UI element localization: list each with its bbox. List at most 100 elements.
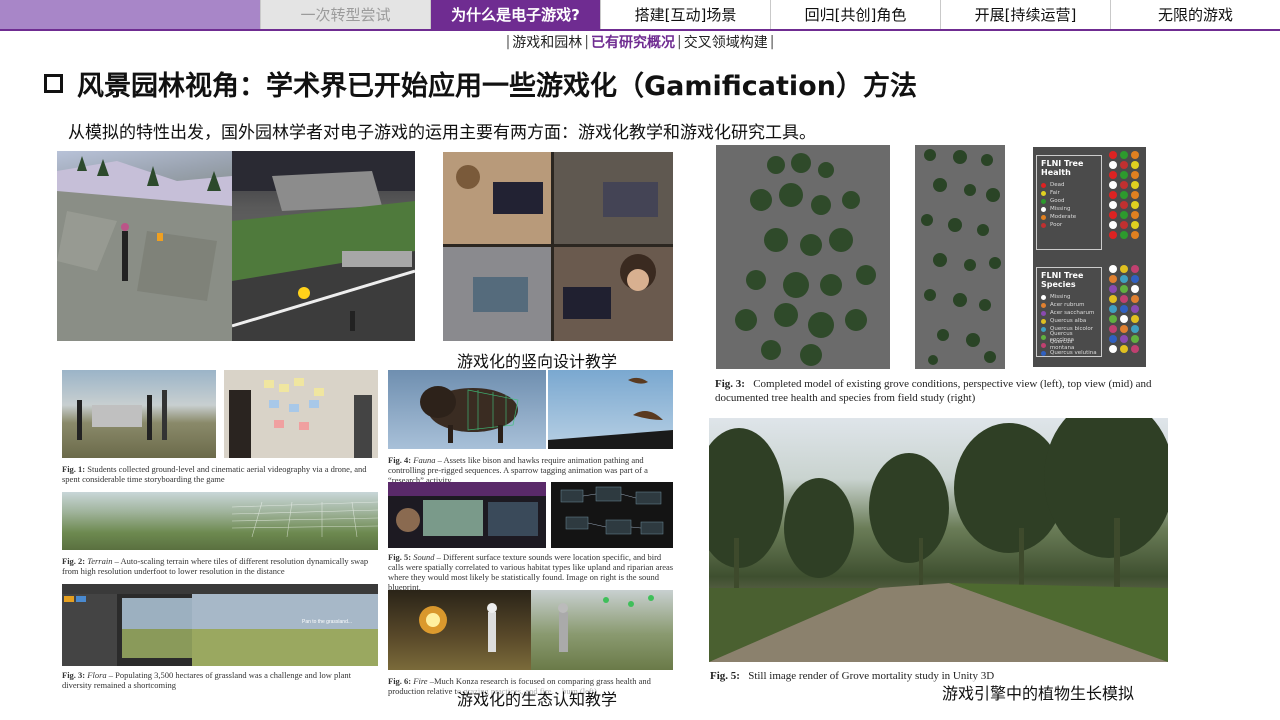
fig3-label: Fig. 3:	[62, 670, 86, 680]
tree-health-dot	[1120, 161, 1128, 169]
fig4-label: Fig. 4:	[388, 455, 412, 465]
legend-dot-icon	[1041, 302, 1046, 308]
grass-health-art	[558, 595, 654, 652]
tab-interactive-scene[interactable]: 搭建[互动]场景	[600, 0, 770, 29]
tree-species-dot	[1120, 315, 1128, 323]
tree-health-dot	[1120, 171, 1128, 179]
tree-species-legend: FLNI Tree Species Missing Acer rubrum Acer…	[1036, 267, 1102, 357]
tree-health-dot	[1120, 231, 1128, 239]
tree-health-dot	[1131, 191, 1139, 199]
health-legend-item: Fair	[1041, 189, 1097, 197]
forest-render	[709, 418, 1168, 662]
tree-health-dot	[1109, 201, 1117, 209]
legend-dot-icon	[1041, 342, 1046, 348]
grove-top-view	[915, 145, 1005, 369]
caption-fig1: Fig. 1: Students collected ground-level …	[62, 464, 380, 484]
fire-scene-art	[419, 603, 497, 652]
storyboard-wall-photo	[224, 370, 378, 458]
tree-health-dot	[1131, 171, 1139, 179]
tree-health-dot	[1131, 151, 1139, 159]
subnav-games-and-gardens[interactable]: 游戏和园林	[512, 32, 582, 52]
caption-engine: 游戏引擎中的植物生长模拟	[942, 680, 1135, 704]
legend-dot-icon	[1041, 318, 1046, 324]
grove-fig-label: Fig. 3:	[715, 378, 745, 390]
species-legend-item: Acer saccharum	[1041, 309, 1097, 317]
legend-dot-icon	[1041, 190, 1046, 196]
subnav-divider: |	[677, 34, 682, 50]
legend-dot-icon	[1041, 326, 1046, 332]
caption-fig5: Fig. 5: Sound – Different surface textur…	[388, 552, 676, 592]
nav-underline	[0, 29, 1280, 31]
tree-species-dot	[1120, 325, 1128, 333]
grove-fig-text: Completed model of existing grove condit…	[715, 378, 1152, 404]
students-photo-grid	[443, 152, 673, 341]
tree-species-dot	[1109, 305, 1117, 313]
tree-species-dot	[1131, 315, 1139, 323]
health-legend-label: Good	[1050, 198, 1065, 204]
fire-scene	[388, 590, 531, 670]
tab-sustained-operation[interactable]: 开展[持续运营]	[940, 0, 1110, 29]
health-legend-item: Poor	[1041, 221, 1097, 229]
legend-dot-icon	[1041, 198, 1046, 204]
tab-why-video-games[interactable]: 为什么是电子游戏?	[430, 0, 600, 29]
caption-grove-model: Fig. 3: Completed model of existing grov…	[715, 377, 1155, 405]
legend-health-title: FLNI Tree Health	[1041, 159, 1084, 177]
fig6-italic: Fire	[413, 676, 428, 686]
subnav-divider: |	[505, 34, 511, 50]
tree-dot-map	[1109, 151, 1139, 353]
species-legend-label: Quercus alba	[1050, 318, 1087, 324]
health-legend-item: Missing	[1041, 205, 1097, 213]
tree-species-dot	[1131, 275, 1139, 283]
tab-transformation[interactable]: 一次转型尝试	[260, 0, 430, 29]
legend-dot-icon	[1041, 350, 1046, 356]
caption-vertical-design: 游戏化的竖向设计教学	[457, 352, 618, 371]
fig4-italic: Fauna	[413, 455, 436, 465]
nav-lead-bar	[0, 0, 260, 29]
tree-species-dot	[1109, 265, 1117, 273]
sub-nav: | 游戏和园林 | 已有研究概况 | 交叉领域构建 |	[0, 32, 1280, 52]
top-nav: 一次转型尝试 为什么是电子游戏? 搭建[互动]场景 回归[共创]角色 开展[持续…	[0, 0, 1280, 29]
species-legend-label: Missing	[1050, 294, 1071, 300]
subnav-cross-domain[interactable]: 交叉领域构建	[684, 32, 768, 52]
tree-health-dot	[1109, 221, 1117, 229]
tree-species-dot	[1109, 275, 1117, 283]
forest-render-art	[709, 418, 1168, 662]
tree-species-dot	[1131, 295, 1139, 303]
tree-species-dot	[1131, 345, 1139, 353]
video-label: Pan to the grassland...	[302, 619, 353, 625]
legend-dot-icon	[1041, 182, 1046, 188]
health-legend-label: Missing	[1050, 206, 1071, 212]
sound-blueprint	[551, 482, 673, 548]
section-heading: 风景园林视角：学术界已开始应用一些游戏化（Gamification）方法	[44, 64, 917, 103]
sound-studio-art	[388, 482, 546, 536]
species-legend-item: Quercus montana	[1041, 339, 1097, 351]
species-legend-label: Acer rubrum	[1050, 302, 1085, 308]
fig3-italic: Flora	[87, 670, 107, 680]
tree-health-dot	[1131, 201, 1139, 209]
tree-species-dot	[1120, 335, 1128, 343]
flora-editor-screenshot: Pan to the grassland...	[62, 584, 378, 666]
tree-species-dot	[1131, 285, 1139, 293]
caption-fig3: Fig. 3: Flora – Populating 3,500 hectare…	[62, 670, 380, 690]
tree-health-dot	[1120, 181, 1128, 189]
health-legend-item: Dead	[1041, 181, 1097, 189]
tab-infinite-game[interactable]: 无限的游戏	[1110, 0, 1280, 29]
fig1-label: Fig. 1:	[62, 464, 86, 474]
drone-field-art	[77, 390, 167, 440]
tree-health-dot	[1109, 231, 1117, 239]
tree-health-dot	[1120, 191, 1128, 199]
tree-species-dot	[1120, 265, 1128, 273]
terrain-photo	[62, 492, 378, 550]
caption-ecology: 游戏化的生态认知教学	[457, 686, 618, 710]
tree-species-dot	[1109, 295, 1117, 303]
tree-health-dot	[1120, 211, 1128, 219]
tree-species-dot	[1120, 295, 1128, 303]
subnav-research-overview[interactable]: 已有研究概况	[591, 32, 675, 52]
grove-perspective-art	[735, 153, 876, 366]
tree-species-dot	[1109, 315, 1117, 323]
tree-health-dot	[1109, 171, 1117, 179]
subnav-divider: |	[769, 34, 775, 50]
health-legend-label: Poor	[1050, 222, 1063, 228]
tab-cocreation-role[interactable]: 回归[共创]角色	[770, 0, 940, 29]
page-title: 风景园林视角：学术界已开始应用一些游戏化（Gamification）方法	[77, 71, 917, 102]
